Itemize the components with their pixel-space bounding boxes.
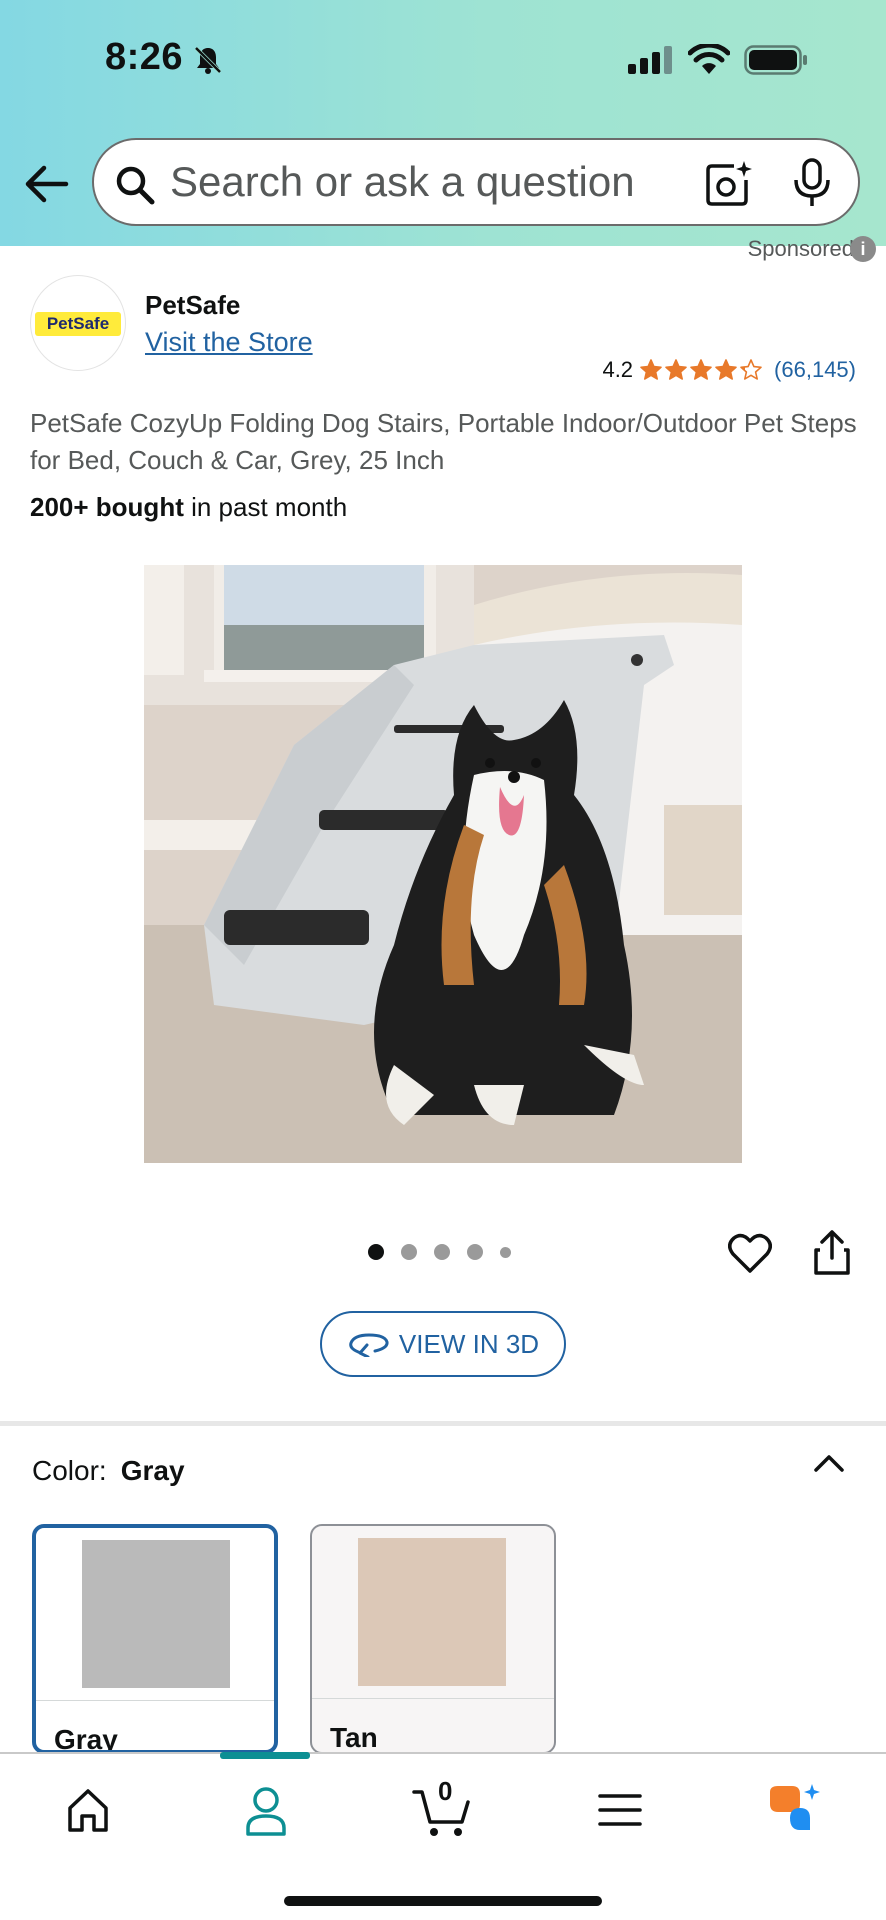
view-in-3d-label: VIEW IN 3D xyxy=(398,1328,540,1359)
selected-color: Gray xyxy=(120,1455,185,1486)
header: 8:26 Search or ask a question xyxy=(0,0,886,246)
rotate-3d-icon xyxy=(349,1333,389,1357)
wifi-icon xyxy=(688,44,730,74)
cart-icon[interactable]: 0 xyxy=(412,1776,474,1838)
bought-count-rest: in past month xyxy=(183,492,348,522)
battery-icon xyxy=(744,45,807,75)
cellular-signal-icon xyxy=(628,46,672,74)
bought-count: 200+ bought in past month xyxy=(30,492,347,523)
carousel-dot[interactable] xyxy=(500,1246,511,1258)
swatch-divider xyxy=(312,1698,554,1699)
section-divider xyxy=(0,1421,886,1426)
search-placeholder: Search or ask a question xyxy=(170,158,635,205)
star-full-icon xyxy=(640,359,662,380)
carousel-dot[interactable] xyxy=(434,1244,450,1260)
home-icon[interactable] xyxy=(58,1782,118,1838)
image-carousel-dots[interactable] xyxy=(368,1244,528,1260)
rating-row[interactable]: 4.2 (66,145) xyxy=(602,357,856,383)
star-full-icon xyxy=(665,359,687,380)
nav-active-indicator xyxy=(220,1752,310,1759)
color-option-tan[interactable]: Tan xyxy=(310,1524,556,1754)
rufus-ai-icon[interactable] xyxy=(764,1782,826,1838)
carousel-dot[interactable] xyxy=(467,1244,483,1260)
star-full-icon xyxy=(690,359,712,380)
profile-icon[interactable] xyxy=(236,1782,296,1838)
visit-store-link[interactable]: Visit the Store xyxy=(145,327,313,358)
color-swatch-tan xyxy=(358,1538,506,1686)
microphone-icon[interactable] xyxy=(792,158,832,208)
color-swatch-gray xyxy=(82,1540,230,1688)
product-image[interactable] xyxy=(144,565,742,1163)
rating-stars xyxy=(639,358,764,382)
share-icon[interactable] xyxy=(812,1228,852,1276)
star-full-icon xyxy=(715,359,737,380)
heart-icon[interactable] xyxy=(728,1232,772,1274)
color-label-text: Color: xyxy=(32,1455,107,1486)
swatch-divider xyxy=(36,1700,274,1701)
back-arrow-icon[interactable] xyxy=(22,160,72,208)
sponsored-label: Sponsored xyxy=(747,236,854,261)
home-indicator-bar xyxy=(284,1896,602,1906)
chevron-up-icon[interactable] xyxy=(812,1448,846,1478)
carousel-dot[interactable] xyxy=(368,1244,384,1260)
brand-name: PetSafe xyxy=(145,290,241,320)
color-option-label: Tan xyxy=(330,1722,378,1753)
dog-stairs-photo xyxy=(144,565,742,1163)
view-in-3d-button[interactable]: VIEW IN 3D xyxy=(320,1311,566,1377)
brand-logo-text: PetSafe xyxy=(35,312,121,336)
camera-lens-icon[interactable] xyxy=(704,160,752,208)
product-title: PetSafe CozyUp Folding Dog Stairs, Porta… xyxy=(30,408,857,475)
review-count[interactable]: (66,145) xyxy=(774,357,856,383)
color-option-label: Gray xyxy=(54,1724,118,1754)
bottom-nav: 0 xyxy=(0,1752,886,1920)
bell-muted-icon xyxy=(194,46,222,74)
carousel-dot[interactable] xyxy=(401,1244,417,1260)
star-partial-icon xyxy=(740,359,762,380)
search-icon xyxy=(116,166,155,205)
color-option-gray[interactable]: Gray xyxy=(32,1524,278,1754)
search-input[interactable]: Search or ask a question xyxy=(92,138,860,226)
color-selector-label: Color: Gray xyxy=(32,1455,185,1487)
info-icon[interactable]: i xyxy=(850,236,876,262)
menu-icon[interactable] xyxy=(590,1782,650,1838)
bought-count-bold: 200+ bought xyxy=(30,492,184,522)
status-time: 8:26 xyxy=(105,36,184,78)
rating-value: 4.2 xyxy=(602,357,634,382)
brand-logo[interactable]: PetSafe xyxy=(30,275,126,371)
cart-count: 0 xyxy=(438,1776,453,1806)
